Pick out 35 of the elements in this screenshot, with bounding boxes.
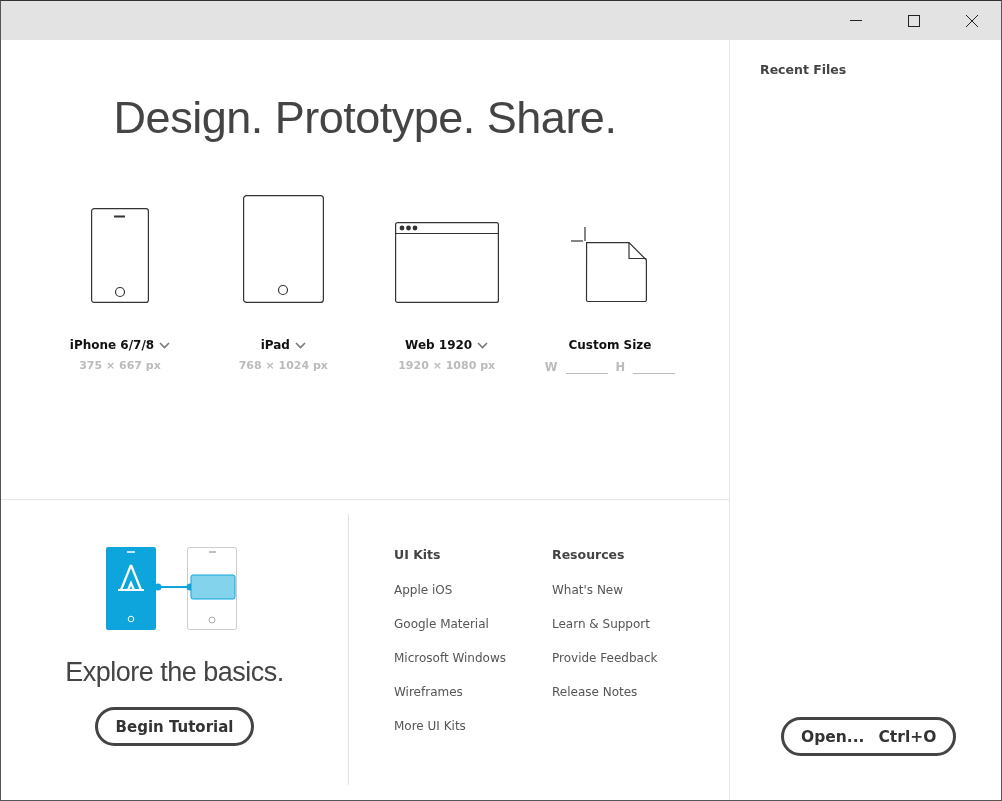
preset-label: Custom Size (568, 337, 652, 353)
headline: Design. Prototype. Share. (113, 92, 617, 144)
link[interactable]: Google Material (394, 616, 552, 651)
preset-size: 768 × 1024 px (238, 359, 328, 372)
link[interactable]: What's New (552, 582, 710, 617)
link[interactable]: Apple iOS (394, 582, 552, 617)
recent-files-heading: Recent Files (760, 62, 847, 77)
close-icon (966, 14, 978, 27)
preset-dropdown[interactable]: iPhone 6/7/8 (69, 337, 171, 353)
chevron-down-icon (159, 341, 171, 349)
link[interactable]: Release Notes (552, 684, 710, 719)
tablet-icon (242, 195, 324, 303)
link[interactable]: Wireframes (394, 684, 552, 719)
column-heading: Resources (552, 547, 626, 564)
open-button[interactable]: Open... Ctrl+O (781, 717, 957, 756)
chevron-down-icon (294, 341, 306, 349)
preset-size: 375 × 667 px (79, 359, 161, 372)
tutorial-heading: Explore the basics. (65, 657, 284, 688)
link[interactable]: More UI Kits (394, 718, 552, 753)
minimize-icon (850, 20, 862, 21)
browser-window-icon (394, 222, 499, 303)
width-label: W (544, 360, 558, 374)
column-heading: UI Kits (394, 547, 442, 564)
preset-size: 1920 × 1080 px (398, 359, 496, 372)
begin-tutorial-button[interactable]: Begin Tutorial (94, 707, 255, 746)
preset-dropdown[interactable]: Web 1920 (405, 337, 489, 353)
link[interactable]: Learn & Support (552, 616, 710, 651)
height-label: H (615, 360, 626, 374)
maximize-icon (908, 14, 920, 27)
chevron-down-icon (477, 341, 489, 349)
preset-dropdown[interactable]: iPad (260, 337, 306, 353)
document-crop-icon (571, 227, 649, 303)
phone-icon (91, 208, 149, 303)
link[interactable]: Provide Feedback (552, 650, 710, 685)
link[interactable]: Microsoft Windows (394, 650, 552, 685)
